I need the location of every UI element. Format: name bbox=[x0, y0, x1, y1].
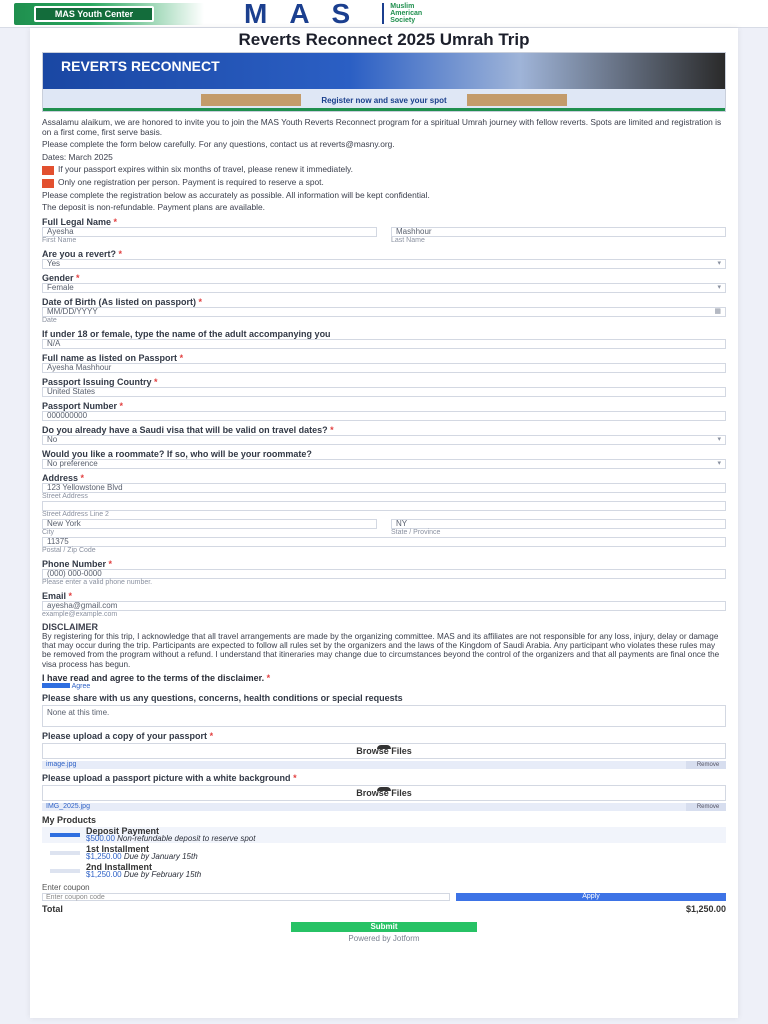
warning-icon bbox=[42, 178, 54, 188]
checkbox-icon[interactable] bbox=[50, 850, 80, 855]
total-row: Total $1,250.00 bbox=[42, 904, 726, 914]
products-title: My Products bbox=[42, 814, 97, 825]
form-title: Reverts Reconnect 2025 Umrah Trip bbox=[238, 30, 530, 49]
phone-row: Phone Number * (000) 000-0000 Please ent… bbox=[42, 559, 726, 587]
upload-cloud-icon bbox=[377, 786, 391, 791]
passport-number-row: Passport Number * 000000000 bbox=[42, 401, 726, 421]
mas-logo[interactable]: MAS bbox=[244, 0, 372, 28]
visa-select[interactable]: No ▾ bbox=[42, 434, 726, 445]
passport-name-input[interactable]: Ayesha Mashhour bbox=[42, 362, 726, 373]
state-input[interactable]: NY bbox=[391, 518, 726, 529]
phone-input[interactable]: (000) 000-0000 bbox=[42, 568, 726, 579]
country-row: Passport Issuing Country * United States bbox=[42, 377, 726, 397]
warning-registration: Only one registration per person. Paymen… bbox=[42, 177, 726, 191]
youth-center-logo[interactable]: MAS Youth Center bbox=[14, 2, 204, 25]
chevron-down-icon: ▾ bbox=[717, 259, 721, 267]
submit-button[interactable]: Submit bbox=[291, 921, 477, 932]
street-input[interactable]: 123 Yellowstone Blvd bbox=[42, 482, 726, 493]
intro-paragraph: Assalamu alaikum, we are honored to invi… bbox=[42, 117, 722, 137]
city-input[interactable]: New York bbox=[42, 518, 377, 529]
country-input[interactable]: United States bbox=[42, 386, 726, 397]
intro-contact: Please complete the form below carefully… bbox=[42, 139, 395, 150]
mahram-input[interactable]: N/A bbox=[42, 338, 726, 349]
required-marker: * bbox=[113, 216, 118, 227]
product-item[interactable]: 2nd Installment $1,250.00 Due by February… bbox=[42, 862, 726, 879]
product-item[interactable]: Deposit Payment $500.00 Non-refundable de… bbox=[42, 826, 726, 843]
calendar-icon[interactable]: ▦ bbox=[714, 308, 725, 316]
full-name-row: Full Legal Name * Ayesha First Name Mash… bbox=[42, 217, 726, 245]
intro-dates: Dates: March 2025 bbox=[42, 151, 113, 162]
roommate-select[interactable]: No preference ▾ bbox=[42, 458, 726, 469]
dob-input[interactable]: MM/DD/YYYY ▦ bbox=[42, 306, 726, 317]
banner-accent-bar bbox=[43, 108, 725, 111]
uploaded-file-name[interactable]: IMG_2025.jpg bbox=[42, 803, 90, 811]
intro-deposit-note: The deposit is non-refundable. Payment p… bbox=[42, 202, 266, 213]
intro-note: Please complete the registration below a… bbox=[42, 189, 430, 200]
mahram-row: If under 18 or female, type the name of … bbox=[42, 329, 726, 349]
apply-coupon-button[interactable]: Apply bbox=[456, 892, 726, 901]
youth-center-logo-text: MAS Youth Center bbox=[34, 5, 154, 22]
registration-form: Full Legal Name * Ayesha First Name Mash… bbox=[42, 217, 726, 619]
upload-photo-row: Please upload a passport picture with a … bbox=[42, 773, 726, 811]
product-item[interactable]: 1st Installment $1,250.00 Due by January … bbox=[42, 844, 726, 861]
total-label: Total bbox=[42, 903, 63, 914]
disclaimer: DISCLAIMER By registering for this trip,… bbox=[42, 621, 726, 669]
revert-select[interactable]: Yes ▾ bbox=[42, 258, 726, 269]
remove-file-button[interactable]: Remove bbox=[686, 802, 726, 811]
street2-input[interactable] bbox=[42, 500, 726, 511]
last-name-input[interactable]: Mashhour bbox=[391, 226, 726, 237]
uploaded-file-row: IMG_2025.jpg Remove bbox=[42, 802, 726, 811]
disclaimer-title: DISCLAIMER bbox=[42, 621, 98, 632]
upload-photo-button[interactable]: Browse Files bbox=[42, 784, 726, 801]
checkbox-checked-icon[interactable] bbox=[50, 832, 80, 837]
dob-row: Date of Birth (As listed on passport) * … bbox=[42, 297, 726, 325]
email-row: Email * ayesha@gmail.com example@example… bbox=[42, 591, 726, 619]
passport-number-input[interactable]: 000000000 bbox=[42, 410, 726, 421]
chevron-down-icon: ▾ bbox=[717, 435, 721, 443]
event-banner: REVERTS RECONNECT Register now and save … bbox=[42, 52, 726, 112]
revert-row: Are you a revert? * Yes ▾ bbox=[42, 249, 726, 269]
zip-input[interactable]: 11375 bbox=[42, 536, 726, 547]
checkbox-icon[interactable] bbox=[50, 868, 80, 873]
banner-photo-left bbox=[201, 94, 302, 106]
upload-passport-button[interactable]: Browse Files bbox=[42, 742, 726, 759]
total-value: $1,250.00 bbox=[685, 903, 726, 914]
agree-checkbox[interactable]: Agree bbox=[42, 683, 726, 690]
first-name-input[interactable]: Ayesha bbox=[42, 226, 377, 237]
banner-title: REVERTS RECONNECT bbox=[61, 58, 220, 74]
chevron-down-icon: ▾ bbox=[717, 283, 721, 291]
banner-photo-right bbox=[466, 94, 567, 106]
coupon-input[interactable]: Enter coupon code bbox=[42, 892, 450, 901]
uploaded-file-name[interactable]: image.jpg bbox=[42, 761, 76, 769]
concerns-textarea[interactable]: None at this time. bbox=[42, 704, 726, 727]
chevron-down-icon: ▾ bbox=[717, 459, 721, 467]
coupon-label: Enter coupon bbox=[42, 882, 90, 892]
address-row: Address * 123 Yellowstone Blvd Street Ad… bbox=[42, 473, 726, 555]
uploaded-file-row: image.jpg Remove bbox=[42, 760, 726, 769]
gender-select[interactable]: Female ▾ bbox=[42, 282, 726, 293]
email-input[interactable]: ayesha@gmail.com bbox=[42, 600, 726, 611]
banner-caption: Register now and save your spot bbox=[321, 95, 447, 105]
passport-name-row: Full name as listed on Passport * Ayesha… bbox=[42, 353, 726, 373]
checkbox-checked-icon bbox=[42, 683, 70, 689]
upload-cloud-icon bbox=[377, 744, 391, 749]
form-intro: Assalamu alaikum, we are honored to invi… bbox=[42, 117, 726, 213]
powered-by[interactable]: Powered by Jotform bbox=[42, 934, 726, 943]
visa-row: Do you already have a Saudi visa that wi… bbox=[42, 425, 726, 445]
coupon-row: Enter coupon code Apply bbox=[42, 892, 726, 901]
gender-row: Gender * Female ▾ bbox=[42, 273, 726, 293]
mas-logo-subtitle: Muslim American Society bbox=[382, 3, 422, 24]
concerns-row: Please share with us any questions, conc… bbox=[42, 693, 726, 727]
site-header: MAS Youth Center MAS Muslim American Soc… bbox=[0, 0, 768, 28]
disclaimer-text: By registering for this trip, I acknowle… bbox=[42, 631, 720, 669]
roommate-row: Would you like a roommate? If so, who wi… bbox=[42, 449, 726, 469]
warning-icon bbox=[42, 166, 54, 176]
upload-passport-row: Please upload a copy of your passport * … bbox=[42, 731, 726, 769]
form-card: Reverts Reconnect 2025 Umrah Trip REVERT… bbox=[30, 28, 738, 1018]
remove-file-button[interactable]: Remove bbox=[686, 760, 726, 769]
agree-row: I have read and agree to the terms of th… bbox=[42, 672, 271, 683]
